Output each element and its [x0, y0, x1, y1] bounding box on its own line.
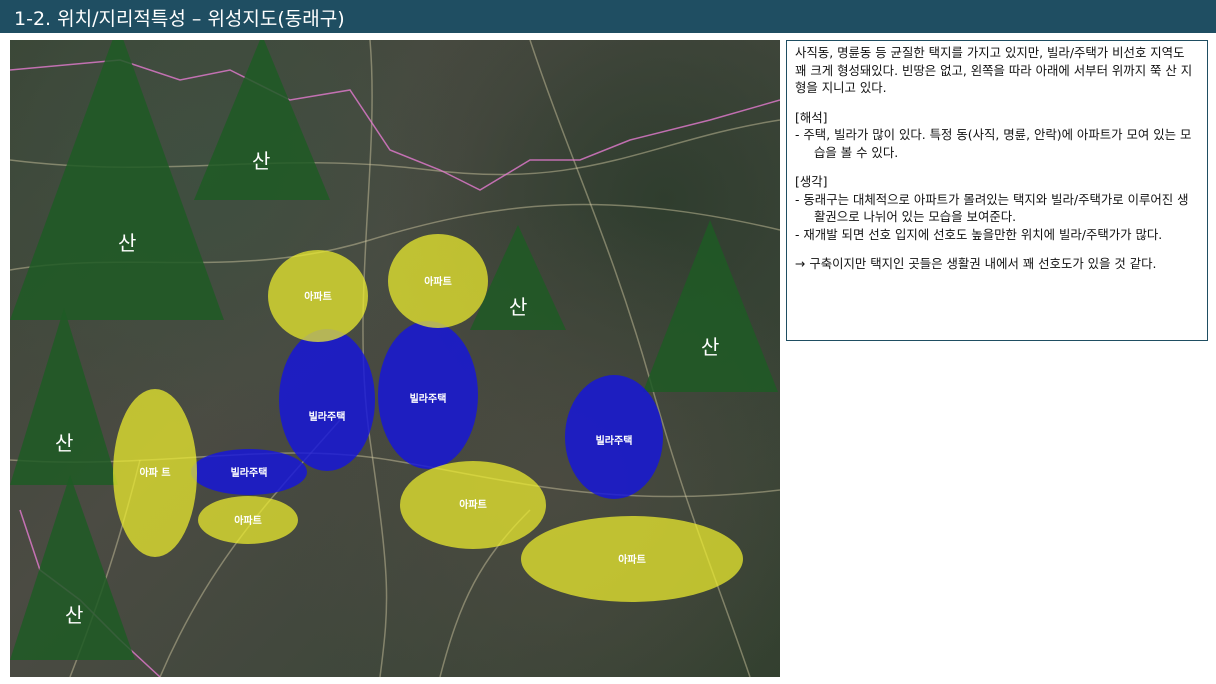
mountain-label-4: 산: [701, 335, 719, 359]
map-overlay: 산 산 산 산 산 산 아파트 아파트 아파 트 아파트 아파트 아파트 빌라주…: [10, 40, 780, 677]
apartment-label-5: 아파트: [459, 498, 487, 511]
mountain-4: [643, 220, 778, 392]
page-title: 1-2. 위치/지리적특성 – 위성지도(동래구): [14, 8, 345, 30]
mountain-label-5: 산: [55, 431, 73, 455]
apartment-label-6: 아파트: [618, 553, 646, 566]
villa-label-1: 빌라주택: [309, 410, 346, 423]
conclusion: → 구축이지만 택지인 곳들은 생활권 내에서 꽤 선호도가 있을 것 같다.: [795, 256, 1157, 271]
thoughts-item: - 재개발 되면 선호 입지에 선호도 높을만한 위치에 빌라/주택가가 많다.: [795, 226, 1163, 242]
mountain-2: [194, 40, 330, 200]
villa-zone-1: [279, 329, 375, 471]
mountain-label-2: 산: [252, 149, 270, 173]
mountain-5: [10, 308, 118, 485]
apartment-label-4: 아파트: [234, 514, 262, 527]
mountain-1: [10, 40, 224, 320]
satellite-map: 산 산 산 산 산 산 아파트 아파트 아파 트 아파트 아파트 아파트 빌라주…: [10, 40, 780, 677]
villa-label-2: 빌라주택: [410, 392, 447, 405]
notes-intro: 사직동, 명륜동 등 균질한 택지를 가지고 있지만, 빌라/주택가 비선호 지…: [795, 45, 1193, 95]
apartment-label-2: 아파트: [424, 275, 452, 288]
mountain-label-3: 산: [509, 295, 527, 319]
thoughts-heading: [생각]: [795, 174, 828, 189]
villa-label-4: 빌라주택: [231, 466, 268, 479]
apartment-label-3: 아파 트: [139, 466, 170, 479]
mountain-label-1: 산: [118, 231, 136, 255]
title-bar: 1-2. 위치/지리적특성 – 위성지도(동래구): [0, 0, 1216, 33]
notes-box: 사직동, 명륜동 등 균질한 택지를 가지고 있지만, 빌라/주택가 비선호 지…: [786, 40, 1208, 341]
thoughts-item: - 동래구는 대체적으로 아파트가 몰려있는 택지와 빌라/주택가로 이루어진 …: [795, 191, 1189, 225]
villa-label-3: 빌라주택: [596, 434, 633, 447]
mountain-label-6: 산: [65, 603, 83, 627]
interpretation-item: - 주택, 빌라가 많이 있다. 특정 동(사직, 명륜, 안락)에 아파트가 …: [795, 127, 1192, 160]
apartment-label-1: 아파트: [304, 290, 332, 303]
interpretation-heading: [해석]: [795, 109, 828, 125]
